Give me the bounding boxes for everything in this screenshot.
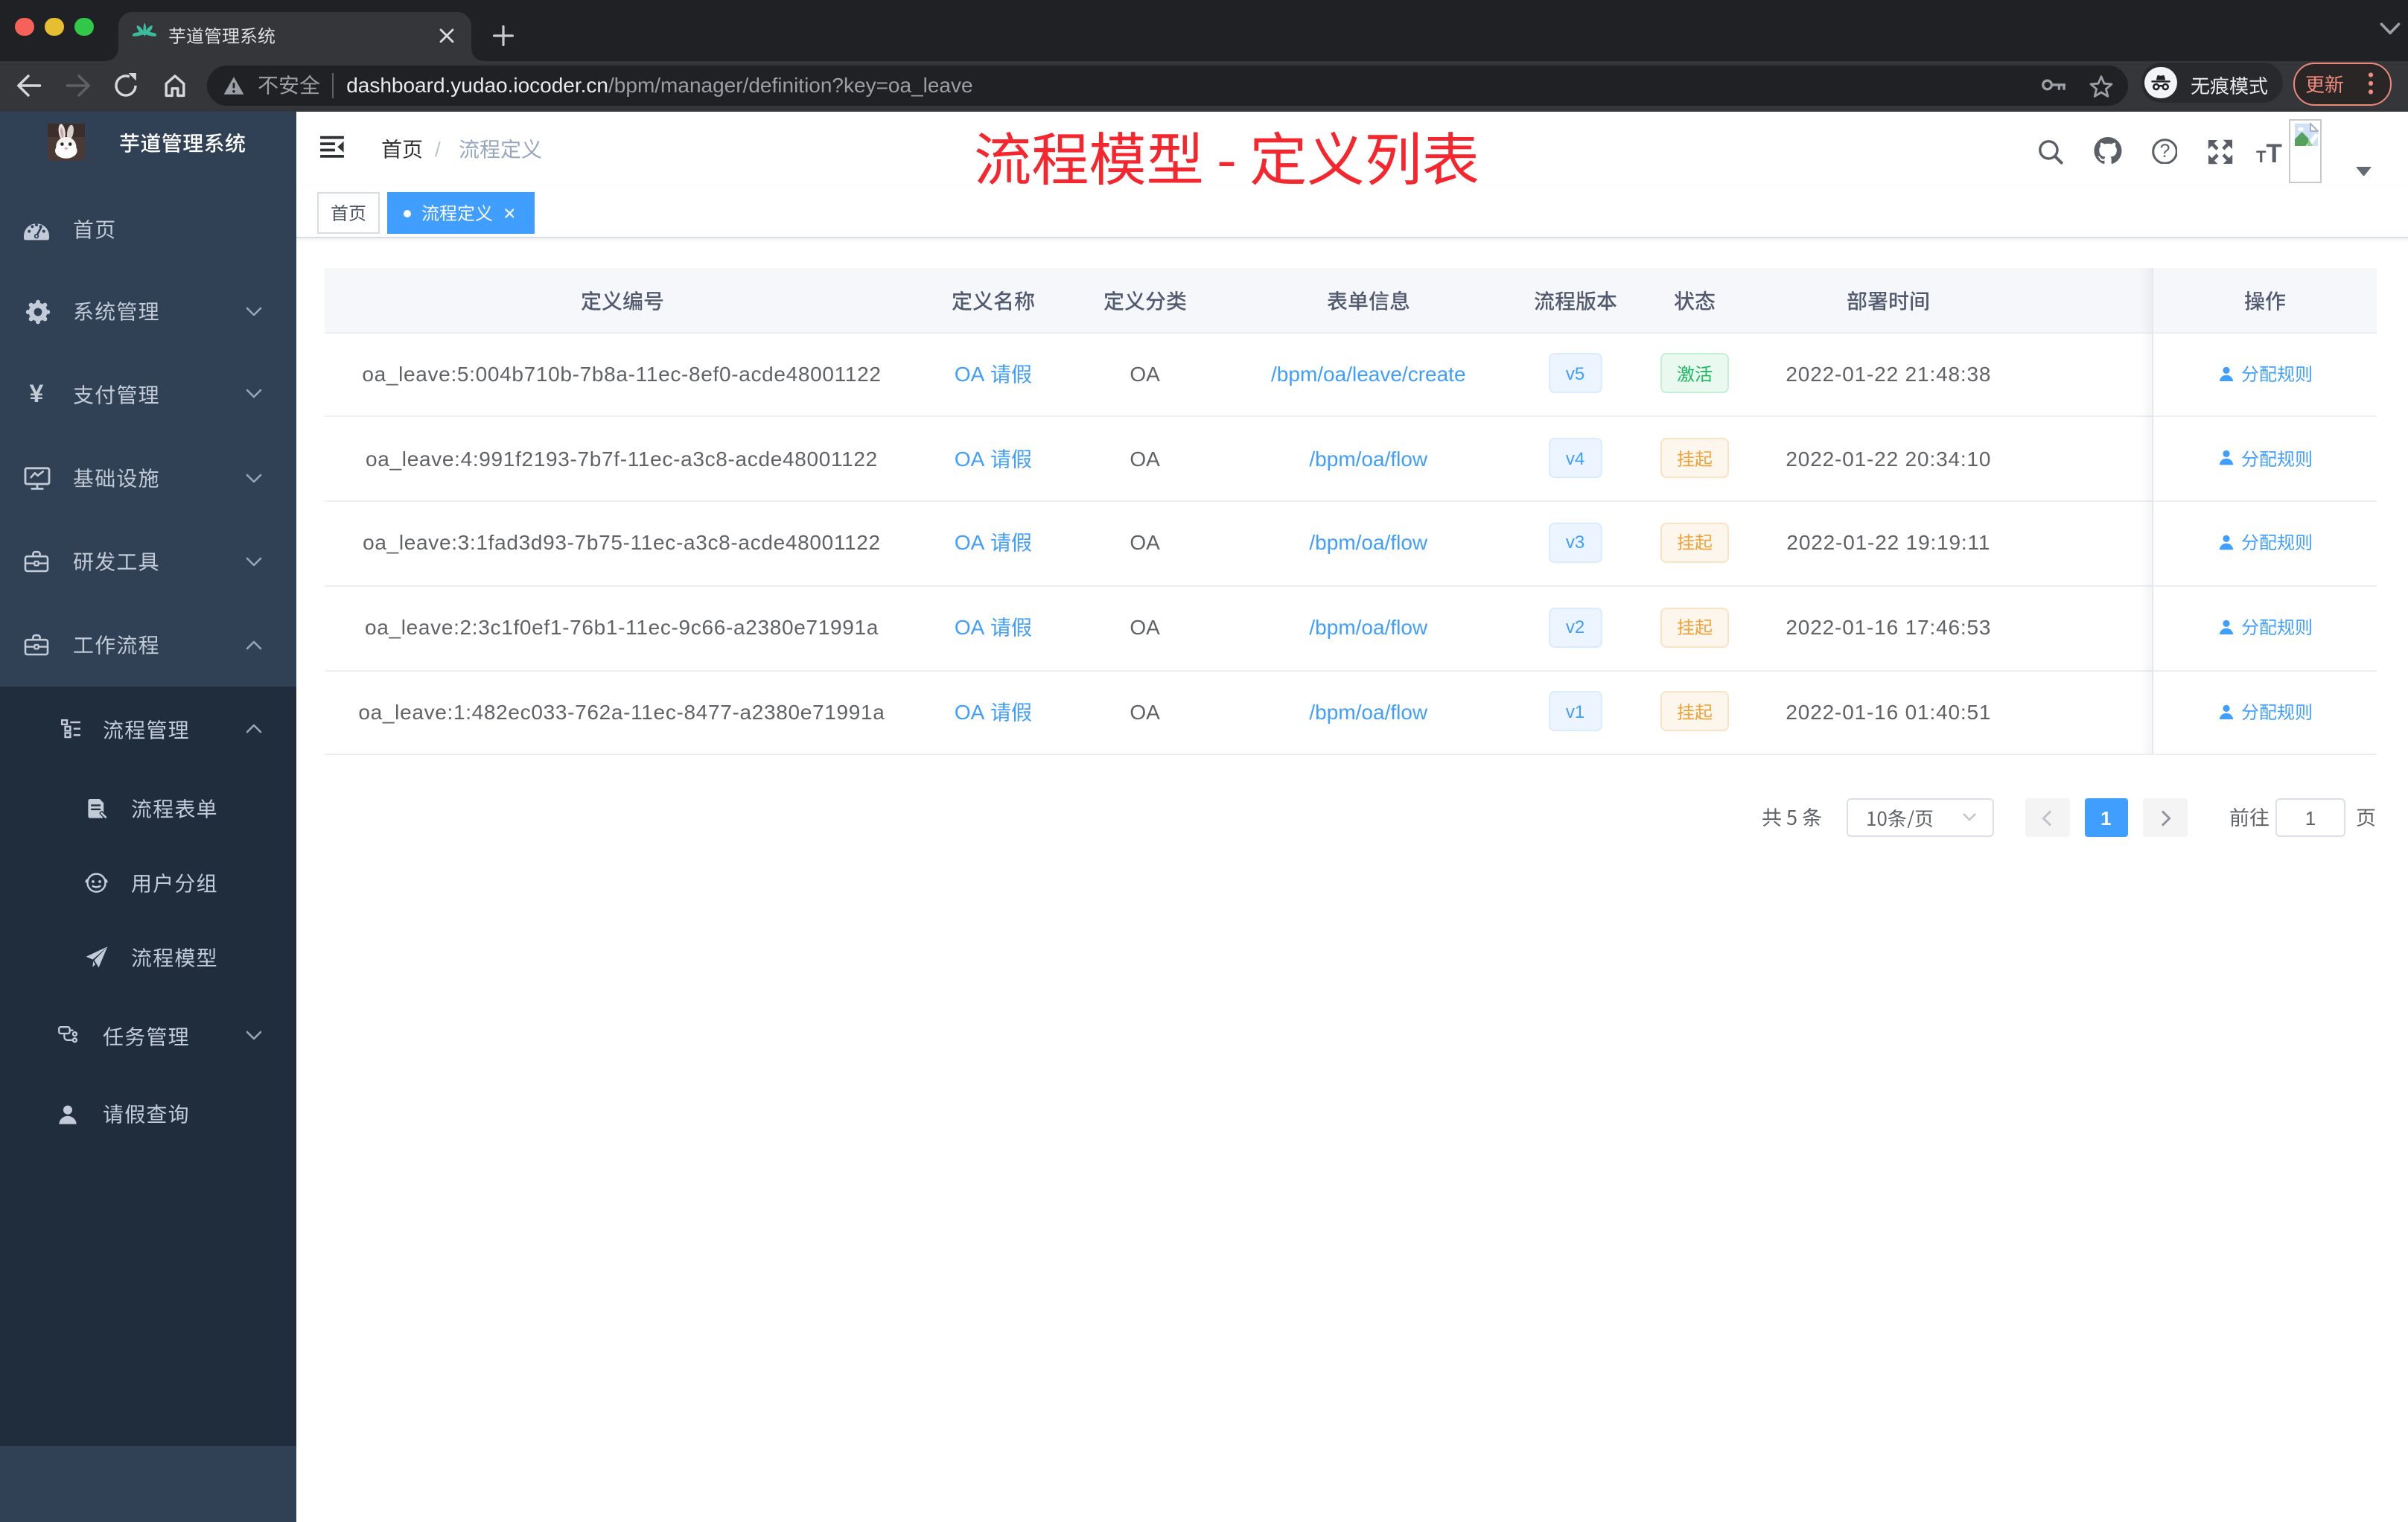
svg-text:?: ? (2159, 140, 2170, 161)
